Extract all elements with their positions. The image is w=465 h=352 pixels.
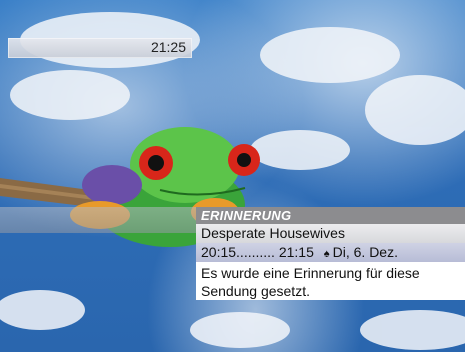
reminder-message: Es wurde eine Erinnerung für diese Sendu… [196, 262, 465, 300]
reminder-message-line-1: Es wurde eine Erinnerung für diese [201, 265, 420, 281]
reminder-end-time: 21:15 [278, 244, 314, 260]
reminder-time-row: 20:15.......... 21:15 ♠ Di, 6. Dez. [196, 243, 465, 262]
tv-screen: 21:25 ERINNERUNG Desperate Housewives 20… [0, 0, 465, 352]
bell-icon: ♠ [323, 248, 330, 260]
clock-time: 21:25 [150, 39, 186, 55]
reminder-date: Di, 6. Dez. [332, 244, 398, 260]
reminder-title: ERINNERUNG [196, 207, 465, 224]
reminder-show-name: Desperate Housewives [196, 224, 465, 243]
reminder-start-time: 20:15 [201, 244, 237, 260]
reminder-panel: ERINNERUNG Desperate Housewives 20:15...… [196, 207, 465, 300]
reminder-dots: .......... [236, 244, 275, 260]
clock-bar: 21:25 [8, 38, 192, 58]
reminder-message-line-2: Sendung gesetzt. [201, 283, 310, 299]
